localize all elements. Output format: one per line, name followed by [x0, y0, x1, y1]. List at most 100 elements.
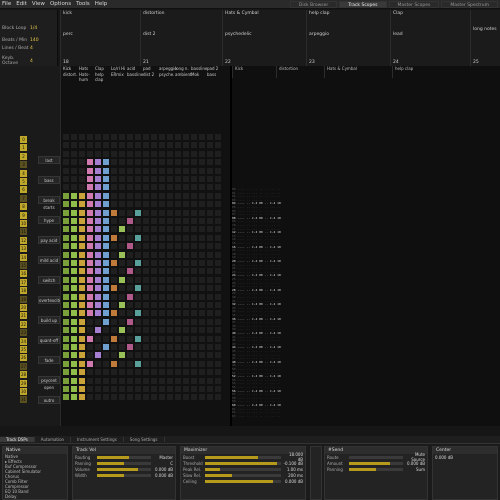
param-slider[interactable] — [349, 461, 403, 465]
matrix-slot[interactable] — [167, 159, 173, 166]
matrix-slot[interactable] — [207, 218, 213, 224]
matrix-slot[interactable] — [135, 234, 141, 241]
sequence-slot[interactable]: 5 — [20, 178, 27, 185]
matrix-slot[interactable] — [191, 318, 197, 325]
matrix-slot[interactable] — [135, 184, 141, 191]
sequence-slot[interactable]: 10 — [20, 220, 27, 227]
matrix-slot[interactable] — [215, 318, 221, 325]
matrix-slot[interactable] — [95, 234, 101, 241]
matrix-slot[interactable] — [151, 201, 157, 208]
matrix-slot[interactable] — [215, 302, 221, 308]
matrix-slot[interactable] — [159, 268, 165, 275]
matrix-slot[interactable] — [71, 352, 77, 359]
matrix-slot[interactable] — [87, 352, 93, 359]
matrix-slot[interactable] — [191, 327, 197, 334]
matrix-slot[interactable] — [103, 226, 109, 233]
matrix-slot[interactable] — [87, 201, 93, 208]
menu-file[interactable]: File — [2, 1, 11, 7]
param-slider[interactable] — [349, 467, 403, 471]
matrix-slot[interactable] — [119, 369, 125, 376]
matrix-slot[interactable] — [175, 386, 181, 392]
matrix-slot[interactable] — [215, 268, 221, 275]
matrix-slot[interactable] — [167, 184, 173, 191]
matrix-slot[interactable] — [111, 218, 117, 224]
matrix-slot[interactable] — [111, 142, 117, 149]
sequence-slot[interactable]: 13 — [20, 245, 27, 253]
matrix-slot[interactable] — [79, 268, 85, 275]
matrix-slot[interactable] — [159, 285, 165, 292]
matrix-slot[interactable] — [151, 234, 157, 241]
menu-options[interactable]: Options — [50, 1, 71, 7]
matrix-slot[interactable] — [63, 327, 69, 334]
matrix-slot[interactable] — [183, 394, 189, 401]
matrix-slot[interactable] — [87, 134, 93, 140]
matrix-slot[interactable] — [215, 142, 221, 149]
matrix-slot[interactable] — [63, 167, 69, 174]
matrix-slot[interactable] — [63, 226, 69, 233]
matrix-slot[interactable] — [87, 192, 93, 199]
matrix-slot[interactable] — [95, 260, 101, 266]
matrix-slot[interactable] — [127, 159, 133, 166]
matrix-slot[interactable] — [119, 201, 125, 208]
matrix-slot[interactable] — [63, 302, 69, 308]
matrix-slot[interactable] — [111, 192, 117, 199]
matrix-slot[interactable] — [215, 360, 221, 367]
matrix-slot[interactable] — [111, 335, 117, 342]
matrix-slot[interactable] — [71, 159, 77, 166]
matrix-slot[interactable] — [111, 209, 117, 216]
matrix-slot[interactable] — [111, 386, 117, 392]
matrix-slot[interactable] — [63, 352, 69, 359]
matrix-slot[interactable] — [207, 209, 213, 216]
matrix-slot[interactable] — [63, 243, 69, 250]
matrix-slot[interactable] — [135, 159, 141, 166]
matrix-slot[interactable] — [207, 142, 213, 149]
matrix-slot[interactable] — [143, 360, 149, 367]
matrix-slot[interactable] — [199, 369, 205, 376]
sequence-section[interactable]: quant-off — [38, 336, 60, 344]
matrix-slot[interactable] — [63, 394, 69, 401]
matrix-slot[interactable] — [103, 386, 109, 392]
matrix-slot[interactable] — [63, 159, 69, 166]
matrix-slot[interactable] — [143, 184, 149, 191]
pattern-track-header[interactable]: Kick — [232, 66, 276, 78]
matrix-slot[interactable] — [215, 327, 221, 334]
matrix-slot[interactable] — [119, 394, 125, 401]
matrix-slot[interactable] — [199, 268, 205, 275]
matrix-slot[interactable] — [191, 377, 197, 384]
matrix-slot[interactable] — [95, 394, 101, 401]
matrix-slot[interactable] — [103, 184, 109, 191]
matrix-slot[interactable] — [127, 226, 133, 233]
sequence-slot[interactable]: 0 — [20, 136, 27, 143]
matrix-slot[interactable] — [71, 285, 77, 292]
menu-edit[interactable]: Edit — [16, 1, 27, 7]
matrix-slot[interactable] — [175, 234, 181, 241]
matrix-slot[interactable] — [159, 344, 165, 350]
matrix-slot[interactable] — [87, 276, 93, 283]
matrix-slot[interactable] — [175, 142, 181, 149]
matrix-slot[interactable] — [143, 142, 149, 149]
matrix-slot[interactable] — [199, 251, 205, 258]
matrix-slot[interactable] — [71, 335, 77, 342]
matrix-slot[interactable] — [79, 226, 85, 233]
track-scope-4[interactable]: help clap arpeggio 23 — [306, 10, 390, 66]
matrix-slot[interactable] — [191, 285, 197, 292]
tab-track-scopes[interactable]: Track Scopes — [339, 1, 387, 8]
matrix-slot[interactable] — [183, 243, 189, 250]
matrix-slot[interactable] — [63, 369, 69, 376]
matrix-slot[interactable] — [151, 184, 157, 191]
matrix-slot[interactable] — [135, 243, 141, 250]
matrix-slot[interactable] — [63, 377, 69, 384]
matrix-slot[interactable] — [207, 167, 213, 174]
matrix-slot[interactable] — [199, 377, 205, 384]
matrix-slot[interactable] — [151, 352, 157, 359]
matrix-slot[interactable] — [191, 352, 197, 359]
sequence-section[interactable]: hype — [38, 216, 60, 224]
matrix-slot[interactable] — [63, 218, 69, 224]
menu-tools[interactable]: Tools — [76, 1, 90, 7]
matrix-slot[interactable] — [135, 226, 141, 233]
matrix-slot[interactable] — [71, 386, 77, 392]
matrix-slot[interactable] — [175, 377, 181, 384]
matrix-slot[interactable] — [135, 344, 141, 350]
matrix-slot[interactable] — [175, 293, 181, 300]
matrix-slot[interactable] — [87, 344, 93, 350]
